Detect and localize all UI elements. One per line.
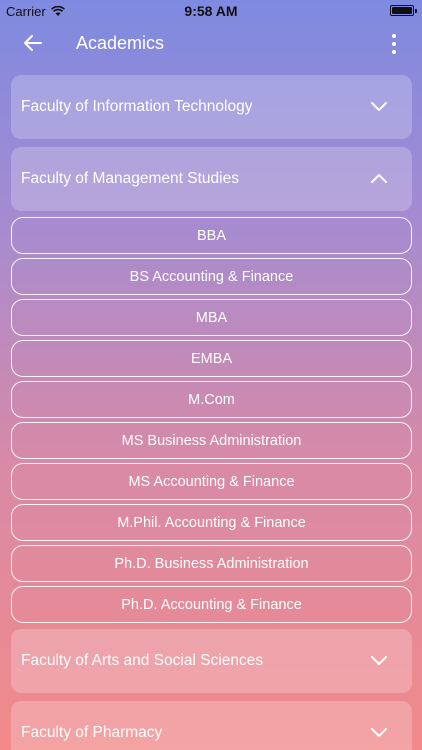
program-item[interactable]: MBA (11, 299, 412, 336)
battery-icon (390, 5, 417, 16)
program-item[interactable]: EMBA (11, 340, 412, 377)
program-item[interactable]: M.Phil. Accounting & Finance (11, 504, 412, 541)
faculty-label: Faculty of Information Technology (21, 98, 253, 115)
program-item[interactable]: M.Com (11, 381, 412, 418)
faculty-item-pharmacy[interactable]: Faculty of Pharmacy (11, 701, 412, 750)
page-title: Academics (76, 33, 165, 53)
chevron-down-icon (371, 728, 387, 737)
faculty-item-management-studies[interactable]: Faculty of Management Studies (11, 147, 412, 211)
status-bar: Carrier 9:58 AM (0, 0, 422, 22)
back-button[interactable] (22, 32, 44, 54)
program-item[interactable]: MS Accounting & Finance (11, 463, 412, 500)
program-item[interactable]: Ph.D. Business Administration (11, 545, 412, 582)
chevron-down-icon (371, 102, 387, 111)
chevron-down-icon (371, 656, 387, 665)
faculty-label: Faculty of Pharmacy (21, 724, 163, 741)
program-list: BBA BS Accounting & Finance MBA EMBA M.C… (11, 217, 412, 623)
arrow-left-icon (24, 35, 42, 51)
program-item[interactable]: Ph.D. Accounting & Finance (11, 586, 412, 623)
faculty-item-arts-social-sciences[interactable]: Faculty of Arts and Social Sciences (11, 629, 412, 693)
program-item[interactable]: BBA (11, 217, 412, 254)
more-vertical-icon (392, 34, 396, 38)
app-bar: Academics (0, 22, 422, 66)
faculty-item-information-technology[interactable]: Faculty of Information Technology (11, 75, 412, 139)
program-item[interactable]: MS Business Administration (11, 422, 412, 459)
status-time: 9:58 AM (184, 3, 238, 19)
program-item[interactable]: BS Accounting & Finance (11, 258, 412, 295)
chevron-up-icon (371, 174, 387, 183)
faculty-label: Faculty of Arts and Social Sciences (21, 652, 264, 669)
faculty-list: Faculty of Information Technology Facult… (11, 75, 412, 750)
more-options-button[interactable] (390, 34, 398, 54)
faculty-label: Faculty of Management Studies (21, 170, 239, 187)
